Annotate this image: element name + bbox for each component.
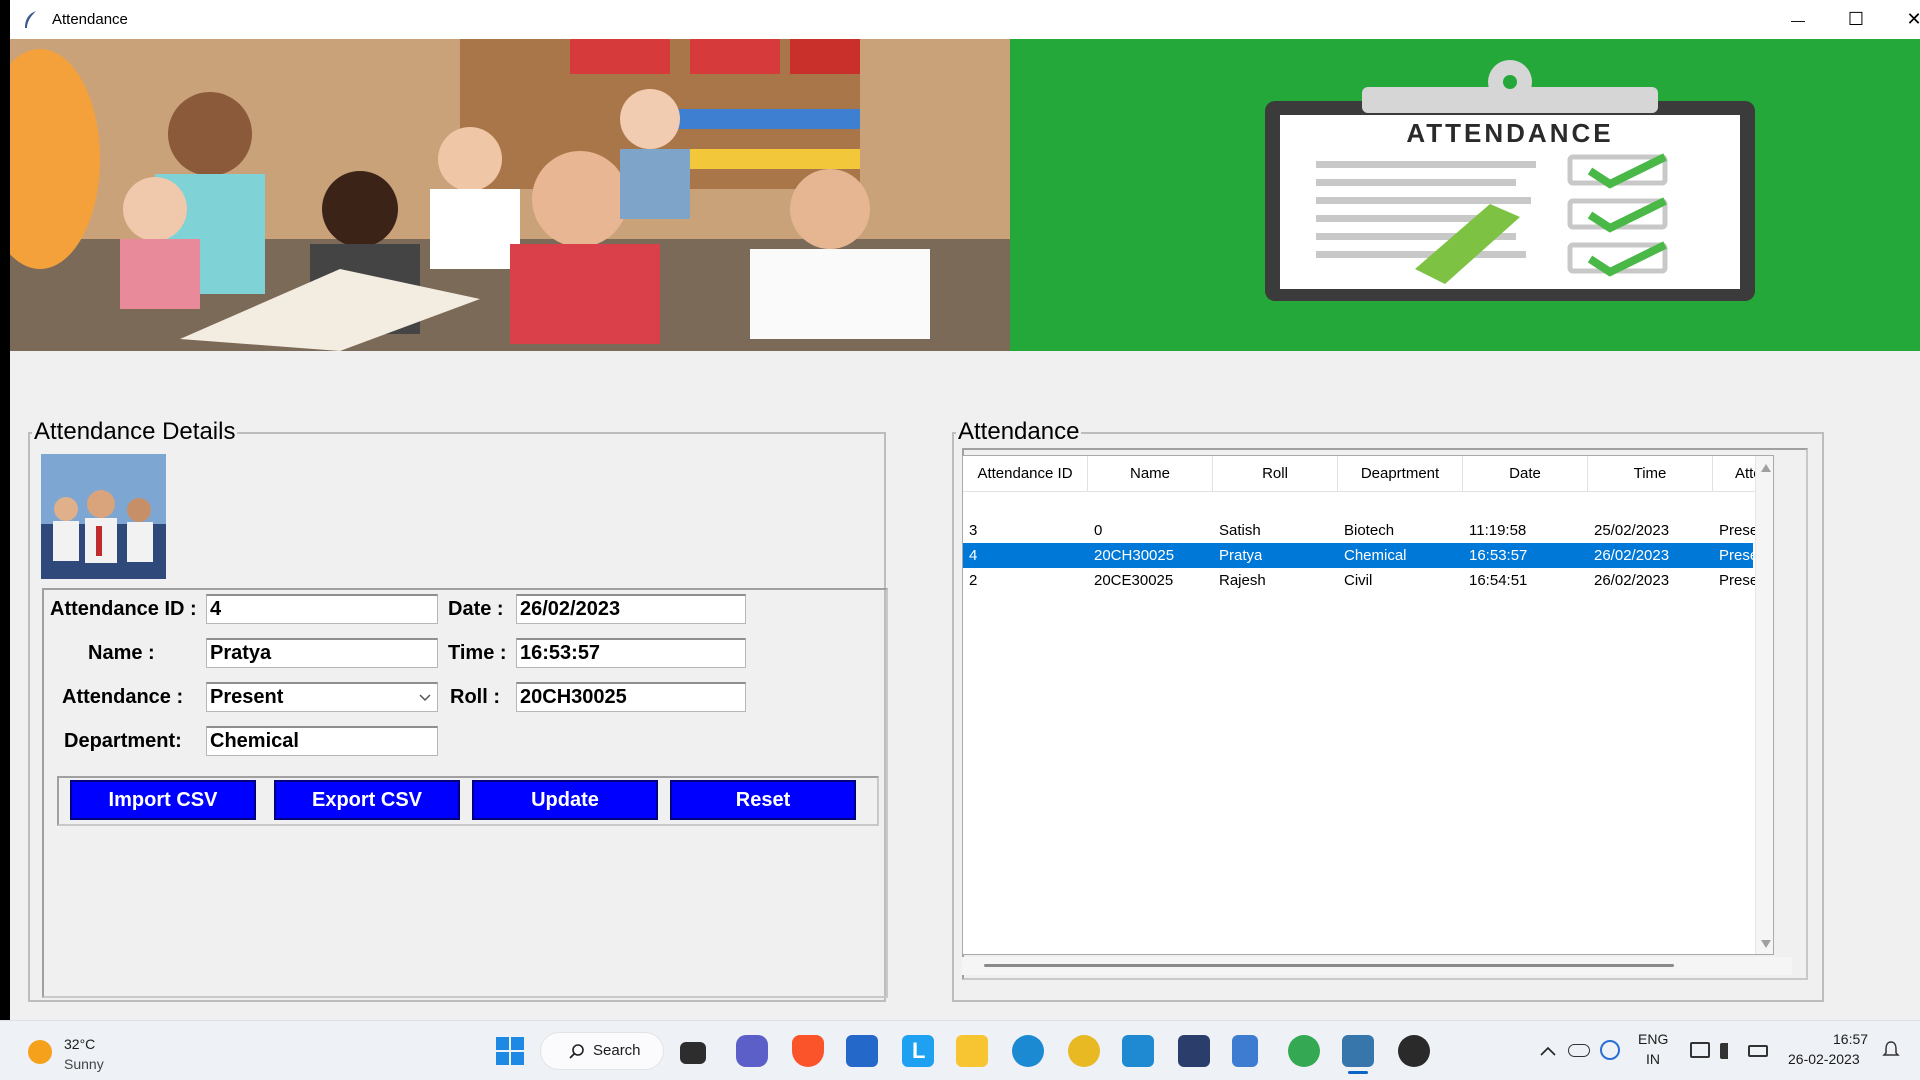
pycharm-icon[interactable]: [1178, 1035, 1210, 1067]
weather-temp: 32°C: [64, 1036, 96, 1052]
department-label: Department:: [64, 730, 182, 752]
column-header[interactable]: Name: [1088, 456, 1213, 492]
cell-name: 20CE30025: [1094, 572, 1174, 589]
file-explorer-icon[interactable]: [956, 1035, 988, 1067]
title-bar[interactable]: Attendance — ☐ ✕: [10, 0, 1920, 39]
search-box[interactable]: Search: [540, 1032, 664, 1070]
cell-attendance-id: 3: [969, 522, 978, 539]
vertical-scrollbar[interactable]: [1755, 456, 1773, 954]
classroom-photo: [10, 39, 1010, 351]
attendance-label: Attendance :: [62, 686, 184, 708]
roll-label: Roll :: [450, 686, 500, 708]
name-label: Name :: [88, 642, 155, 664]
close-button[interactable]: ✕: [1886, 0, 1920, 39]
name-field[interactable]: Pratya: [206, 638, 438, 668]
language-bottom[interactable]: IN: [1646, 1051, 1660, 1067]
department-field[interactable]: Chemical: [206, 726, 438, 756]
network-icon[interactable]: [1690, 1042, 1710, 1058]
cell-department: Chemical: [1344, 547, 1407, 564]
date-label: Date :: [448, 598, 504, 620]
table-row[interactable]: 3 0 Satish Biotech 11:19:58 25/02/2023 P…: [963, 518, 1773, 543]
maximize-button[interactable]: ☐: [1828, 0, 1884, 39]
date-field[interactable]: 26/02/2023: [516, 594, 746, 624]
active-app-indicator: [1348, 1071, 1368, 1074]
volume-icon[interactable]: [1720, 1043, 1738, 1059]
media-player-icon[interactable]: [1398, 1035, 1430, 1067]
cell-time: 26/02/2023: [1594, 547, 1670, 564]
attendance-clipboard-banner: ATTENDANCE: [1010, 39, 1920, 351]
table-row[interactable]: 2 20CE30025 Rajesh Civil 16:54:51 26/02/…: [963, 568, 1773, 593]
cell-department: Civil: [1344, 572, 1373, 589]
notification-icon[interactable]: [1882, 1040, 1900, 1060]
column-header[interactable]: Roll: [1213, 456, 1338, 492]
cell-name: 0: [1094, 522, 1103, 539]
attendance-table[interactable]: Attendance ID Name Roll Deaprtment Date …: [962, 455, 1774, 955]
brave-icon[interactable]: [792, 1035, 824, 1067]
cell-name: 20CH30025: [1094, 547, 1175, 564]
cell-date: 16:53:57: [1469, 547, 1528, 564]
table-row-selected[interactable]: 4 20CH30025 Pratya Chemical 16:53:57 26/…: [963, 543, 1771, 568]
column-header[interactable]: Deaprtment: [1338, 456, 1463, 492]
vscode-icon[interactable]: [1122, 1035, 1154, 1067]
scroll-up-icon[interactable]: [1761, 464, 1771, 472]
cell-roll: Satish: [1219, 522, 1261, 539]
clock-time[interactable]: 16:57: [1833, 1031, 1868, 1047]
edge-icon[interactable]: [1012, 1035, 1044, 1067]
cell-roll: Rajesh: [1219, 572, 1266, 589]
column-header[interactable]: Time: [1588, 456, 1713, 492]
chat-icon[interactable]: [736, 1035, 768, 1067]
column-header[interactable]: Date: [1463, 456, 1588, 492]
attendance-select-value: Present: [210, 686, 284, 708]
attendance-id-field[interactable]: 4: [206, 594, 438, 624]
weather-widget[interactable]: 32°C Sunny: [26, 1036, 166, 1072]
chevron-up-icon[interactable]: [1540, 1046, 1556, 1056]
column-header[interactable]: Attendance ID: [963, 456, 1088, 492]
student-photo: [41, 454, 166, 579]
cell-department: Biotech: [1344, 522, 1395, 539]
cell-roll: Pratya: [1219, 547, 1263, 564]
chevron-down-icon[interactable]: [419, 694, 431, 702]
battery-icon[interactable]: [1748, 1045, 1768, 1057]
chrome-icon[interactable]: [1288, 1035, 1320, 1067]
clipboard-word: ATTENDANCE: [1406, 118, 1613, 148]
search-label: Search: [593, 1042, 641, 1059]
time-field[interactable]: 16:53:57: [516, 638, 746, 668]
clock-date[interactable]: 26-02-2023: [1788, 1051, 1860, 1067]
search-icon: [569, 1044, 584, 1059]
weather-text: Sunny: [64, 1056, 104, 1072]
cell-attendance-id: 4: [969, 547, 978, 564]
update-button[interactable]: Update: [472, 780, 658, 820]
attendance-id-label: Attendance ID :: [50, 598, 197, 620]
python-idle-icon[interactable]: [1342, 1035, 1374, 1067]
chrome-canary-icon[interactable]: [1068, 1035, 1100, 1067]
time-label: Time :: [448, 642, 507, 664]
feather-icon: [25, 10, 36, 28]
scrollbar-thumb[interactable]: [984, 964, 1674, 967]
cell-time: 25/02/2023: [1594, 522, 1670, 539]
language-top[interactable]: ENG: [1638, 1031, 1668, 1047]
attendance-table-title: Attendance: [956, 418, 1082, 445]
scroll-down-icon[interactable]: [1761, 940, 1771, 948]
reset-button[interactable]: Reset: [670, 780, 856, 820]
notepad-icon[interactable]: [1232, 1035, 1258, 1067]
cell-date: 11:19:58: [1469, 522, 1527, 539]
windows-start-icon[interactable]: [494, 1035, 526, 1067]
attendance-details-title: Attendance Details: [32, 418, 238, 445]
task-view-icon[interactable]: [680, 1042, 706, 1064]
horizontal-scrollbar[interactable]: [962, 957, 1792, 975]
roll-field[interactable]: 20CH30025: [516, 682, 746, 712]
onedrive-icon[interactable]: [1568, 1044, 1590, 1057]
cell-attendance-id: 2: [969, 572, 978, 589]
export-csv-button[interactable]: Export CSV: [274, 780, 460, 820]
sun-icon: [28, 1040, 52, 1064]
minimize-button[interactable]: —: [1770, 0, 1826, 39]
attendance-select[interactable]: Present: [206, 682, 438, 712]
cell-time: 26/02/2023: [1594, 572, 1670, 589]
window-title: Attendance: [52, 11, 128, 28]
store-icon[interactable]: [846, 1035, 878, 1067]
import-csv-button[interactable]: Import CSV: [70, 780, 256, 820]
cell-date: 16:54:51: [1469, 572, 1528, 589]
sync-icon[interactable]: [1600, 1040, 1620, 1060]
l-app-icon[interactable]: L: [902, 1035, 934, 1067]
